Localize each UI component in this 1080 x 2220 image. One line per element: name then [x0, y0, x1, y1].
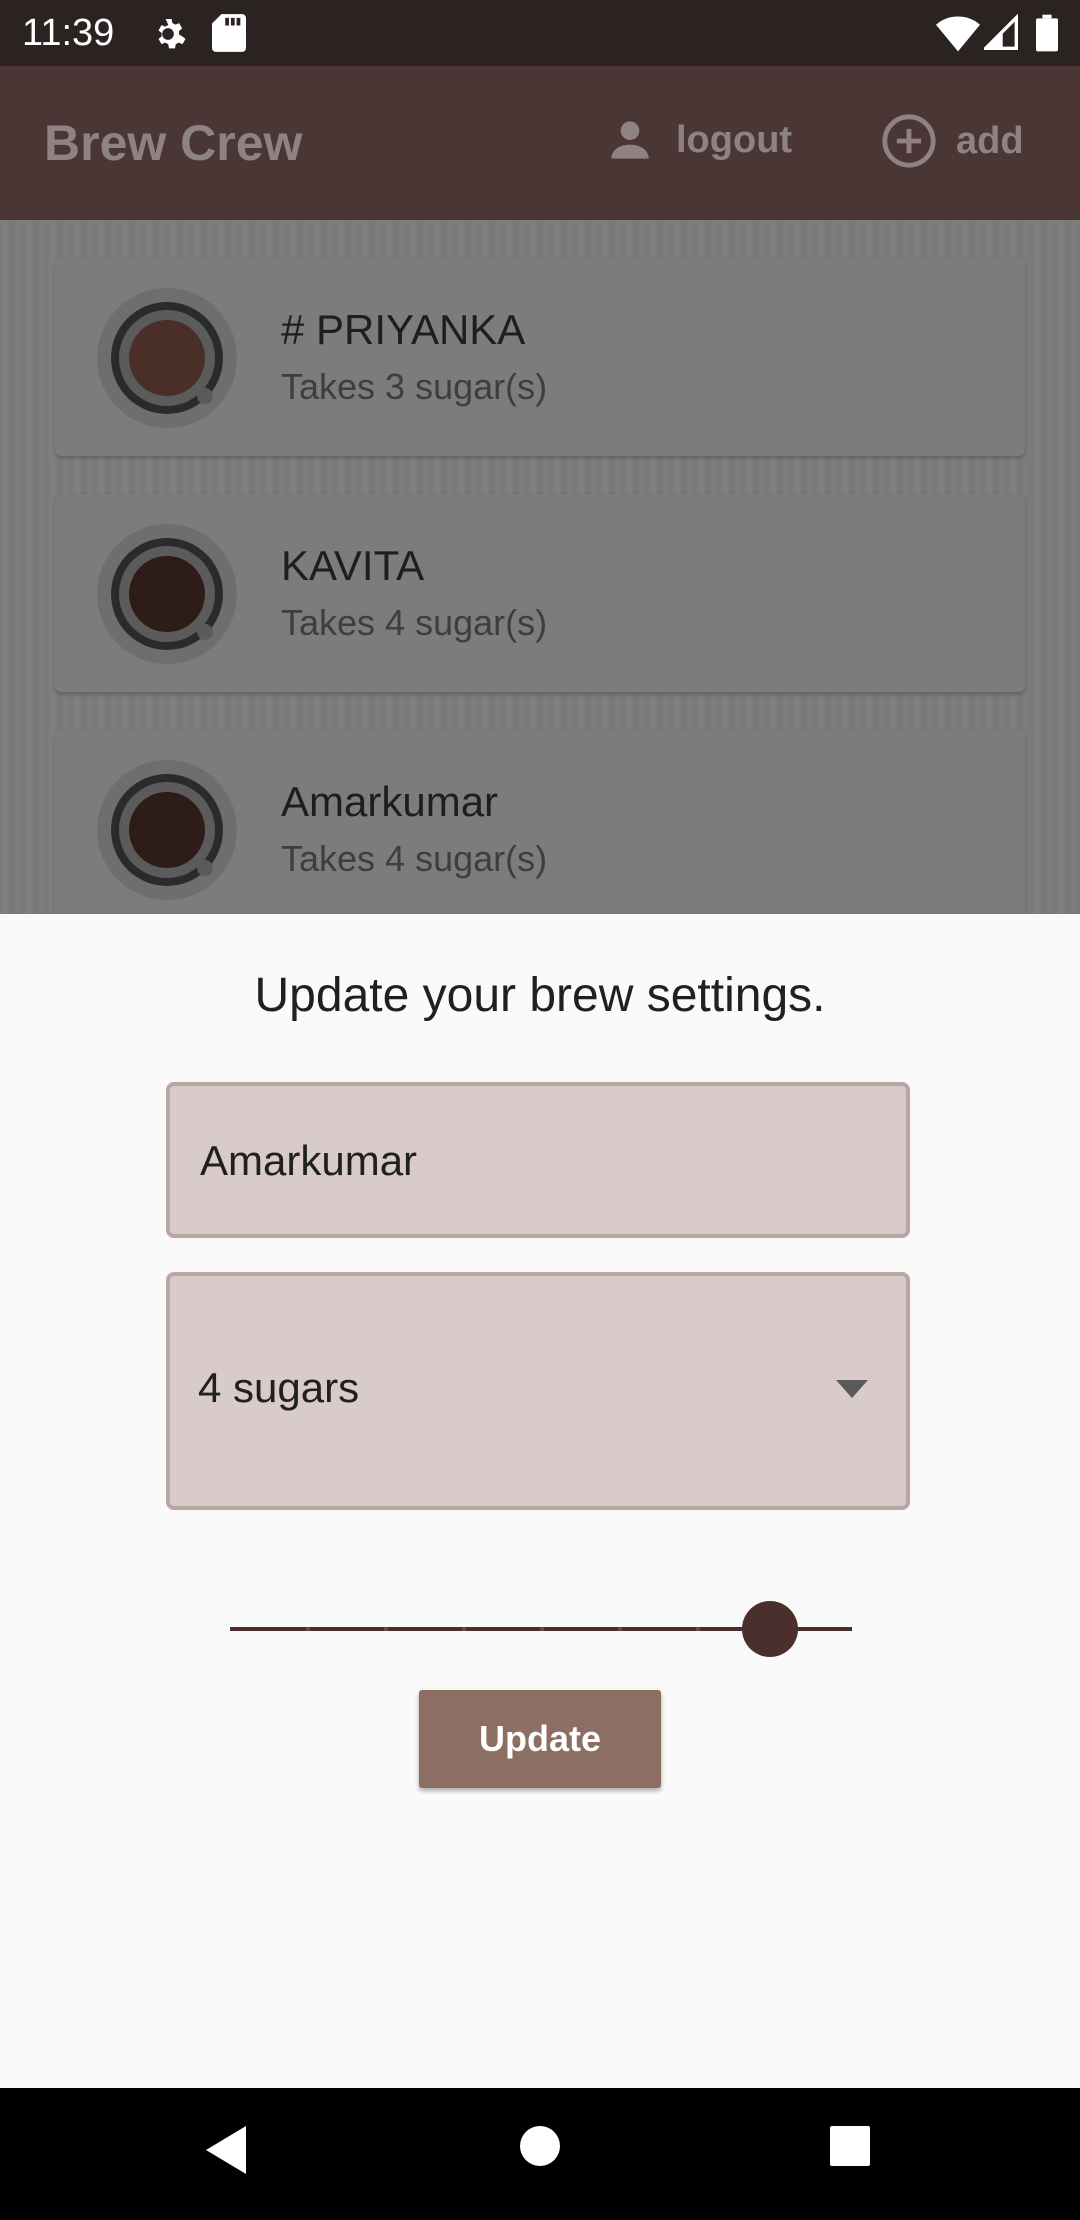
- home-icon[interactable]: [518, 2124, 562, 2173]
- strength-slider[interactable]: [230, 1594, 852, 1664]
- name-field[interactable]: [166, 1082, 910, 1238]
- logout-label: logout: [676, 118, 793, 161]
- wifi-icon: [936, 14, 980, 57]
- app-bar: Brew Crew logout add: [0, 66, 1080, 220]
- navigation-bar: [0, 2088, 1080, 2220]
- sheet-title: Update your brew settings.: [254, 969, 826, 1022]
- person-icon: [611, 121, 649, 159]
- signal-icon: [981, 13, 1018, 57]
- battery-icon: [1036, 14, 1058, 57]
- brew-card[interactable]: # PRIYANKA Takes 3 sugar(s): [55, 258, 1025, 456]
- coffee-cup-icon: [97, 524, 237, 664]
- coffee-fill: [129, 556, 205, 632]
- add-button[interactable]: add: [880, 112, 1024, 170]
- slider-thumb[interactable]: [742, 1601, 798, 1657]
- status-time: 11:39: [22, 12, 115, 54]
- sugar-dropdown[interactable]: 4 sugars: [166, 1272, 910, 1510]
- coffee-cup-icon: [97, 288, 237, 428]
- add-circle-icon: [882, 114, 936, 168]
- sugar-selected-value: 4 sugars: [198, 1364, 360, 1411]
- logout-button[interactable]: logout: [602, 112, 792, 168]
- coffee-cup-icon: [97, 760, 237, 900]
- back-icon[interactable]: [204, 2124, 250, 2181]
- brew-card[interactable]: Amarkumar Takes 4 sugar(s): [55, 730, 1025, 914]
- settings-sheet: Update your brew settings. 4 sugars Upda…: [0, 914, 1080, 2088]
- app-title: Brew Crew: [44, 115, 303, 171]
- add-label: add: [956, 119, 1024, 162]
- update-button[interactable]: Update: [419, 1690, 661, 1788]
- dropdown-arrow-icon: [836, 1380, 868, 1398]
- gear-icon: [148, 14, 188, 59]
- name-input[interactable]: [198, 1086, 882, 1236]
- brew-name: Amarkumar: [281, 778, 499, 825]
- sd-card-icon: [212, 14, 246, 57]
- coffee-fill: [129, 792, 205, 868]
- brew-sugar: Takes 3 sugar(s): [281, 366, 548, 407]
- brew-name: # PRIYANKA: [281, 306, 526, 353]
- coffee-fill: [129, 320, 205, 396]
- brew-list[interactable]: # PRIYANKA Takes 3 sugar(s) KAVITA Takes…: [0, 220, 1080, 914]
- recents-icon[interactable]: [828, 2124, 872, 2173]
- brew-card[interactable]: KAVITA Takes 4 sugar(s): [55, 494, 1025, 692]
- status-bar: 11:39: [0, 0, 1080, 66]
- brew-sugar: Takes 4 sugar(s): [281, 838, 548, 879]
- brew-sugar: Takes 4 sugar(s): [281, 602, 548, 643]
- brew-name: KAVITA: [281, 542, 425, 589]
